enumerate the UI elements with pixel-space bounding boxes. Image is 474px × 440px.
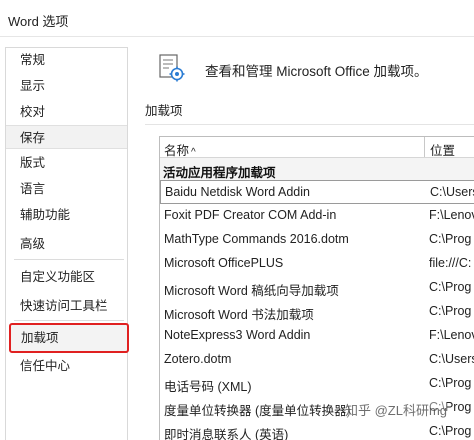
addin-name: Foxit PDF Creator COM Add-in [164, 208, 337, 222]
addin-name: MathType Commands 2016.dotm [164, 232, 349, 246]
column-header-name[interactable]: 名称 ^ [164, 140, 196, 159]
addin-name: Microsoft OfficePLUS [164, 256, 284, 270]
sort-ascending-icon: ^ [191, 147, 196, 158]
table-row[interactable]: Microsoft Word 书法加载项 C:\Prog [160, 300, 474, 324]
table-row[interactable]: Foxit PDF Creator COM Add-in F:\Lenov [160, 204, 474, 228]
addin-location: F:\Lenov [429, 208, 474, 222]
addin-location: file:///C: [429, 256, 472, 270]
sidebar-item-accessibility[interactable]: 辅助功能 [6, 203, 127, 227]
addin-location: C:\Prog [429, 376, 472, 390]
section-divider [145, 124, 474, 125]
addin-location: C:\Prog [429, 424, 472, 438]
addin-location: C:\Users [429, 352, 474, 366]
sidebar-item-addins[interactable]: 加载项 [9, 323, 129, 353]
title-bar: Word 选项 [0, 0, 474, 37]
sidebar-divider [14, 320, 124, 321]
addin-name: 度量单位转换器 (度量单位转换器) [164, 404, 351, 418]
column-divider[interactable] [424, 137, 425, 157]
panel-description: 查看和管理 Microsoft Office 加载项。 [205, 64, 428, 79]
addin-location: C:\Prog [429, 304, 472, 318]
addin-name: 即时消息联系人 (英语) [164, 428, 289, 440]
addin-location: F:\Lenov [429, 328, 474, 342]
table-row[interactable]: 电话号码 (XML) C:\Prog [160, 372, 474, 396]
table-header: 名称 ^ 位置 [160, 137, 474, 158]
sidebar-item-quick-access-toolbar[interactable]: 快速访问工具栏 [6, 294, 127, 318]
group-label: 活动应用程序加载项 [163, 166, 276, 180]
group-header-active: 活动应用程序加载项 [160, 158, 474, 180]
addins-table: 名称 ^ 位置 活动应用程序加载项 Baidu Netdisk Word Addi… [159, 136, 474, 440]
table-row[interactable]: MathType Commands 2016.dotm C:\Prog [160, 228, 474, 252]
table-row[interactable]: NoteExpress3 Word Addin F:\Lenov [160, 324, 474, 348]
addin-location: C:\Prog [429, 232, 472, 246]
sidebar-item-layout[interactable]: 版式 [6, 151, 127, 175]
options-sidebar: 常规 显示 校对 保存 版式 语言 辅助功能 高级 自定义功能区 快速访问工具栏… [5, 47, 129, 440]
sidebar-item-save[interactable]: 保存 [6, 125, 127, 149]
addin-name: Zotero.dotm [164, 352, 232, 366]
table-row[interactable]: Microsoft OfficePLUS file:///C: [160, 252, 474, 276]
addin-name: Microsoft Word 稿纸向导加载项 [164, 284, 339, 298]
table-row[interactable]: Zotero.dotm C:\Users [160, 348, 474, 372]
addin-name: Baidu Netdisk Word Addin [165, 185, 310, 199]
sidebar-item-general[interactable]: 常规 [6, 48, 127, 72]
addin-location: C:\Users [430, 185, 474, 199]
sidebar-divider [14, 259, 124, 260]
sidebar-item-trust-center[interactable]: 信任中心 [6, 354, 127, 378]
watermark: 知乎 @ZL科研mg [345, 400, 448, 419]
column-header-location[interactable]: 位置 [430, 140, 455, 159]
sidebar-item-language[interactable]: 语言 [6, 177, 127, 201]
window-title: Word 选项 [8, 14, 69, 29]
addin-name: Microsoft Word 书法加载项 [164, 308, 314, 322]
addins-gear-icon [159, 54, 185, 82]
sidebar-item-advanced[interactable]: 高级 [6, 232, 127, 256]
table-row[interactable]: Baidu Netdisk Word Addin C:\Users [160, 180, 474, 204]
table-row[interactable]: 即时消息联系人 (英语) C:\Prog [160, 420, 474, 440]
section-heading: 加载项 [145, 104, 183, 118]
sidebar-item-display[interactable]: 显示 [6, 74, 127, 98]
addin-name: 电话号码 (XML) [164, 380, 252, 394]
addin-location: C:\Prog [429, 280, 472, 294]
sidebar-item-customize-ribbon[interactable]: 自定义功能区 [6, 265, 127, 289]
table-row[interactable]: Microsoft Word 稿纸向导加载项 C:\Prog [160, 276, 474, 300]
sidebar-item-proofing[interactable]: 校对 [6, 100, 127, 124]
addin-name: NoteExpress3 Word Addin [164, 328, 311, 342]
